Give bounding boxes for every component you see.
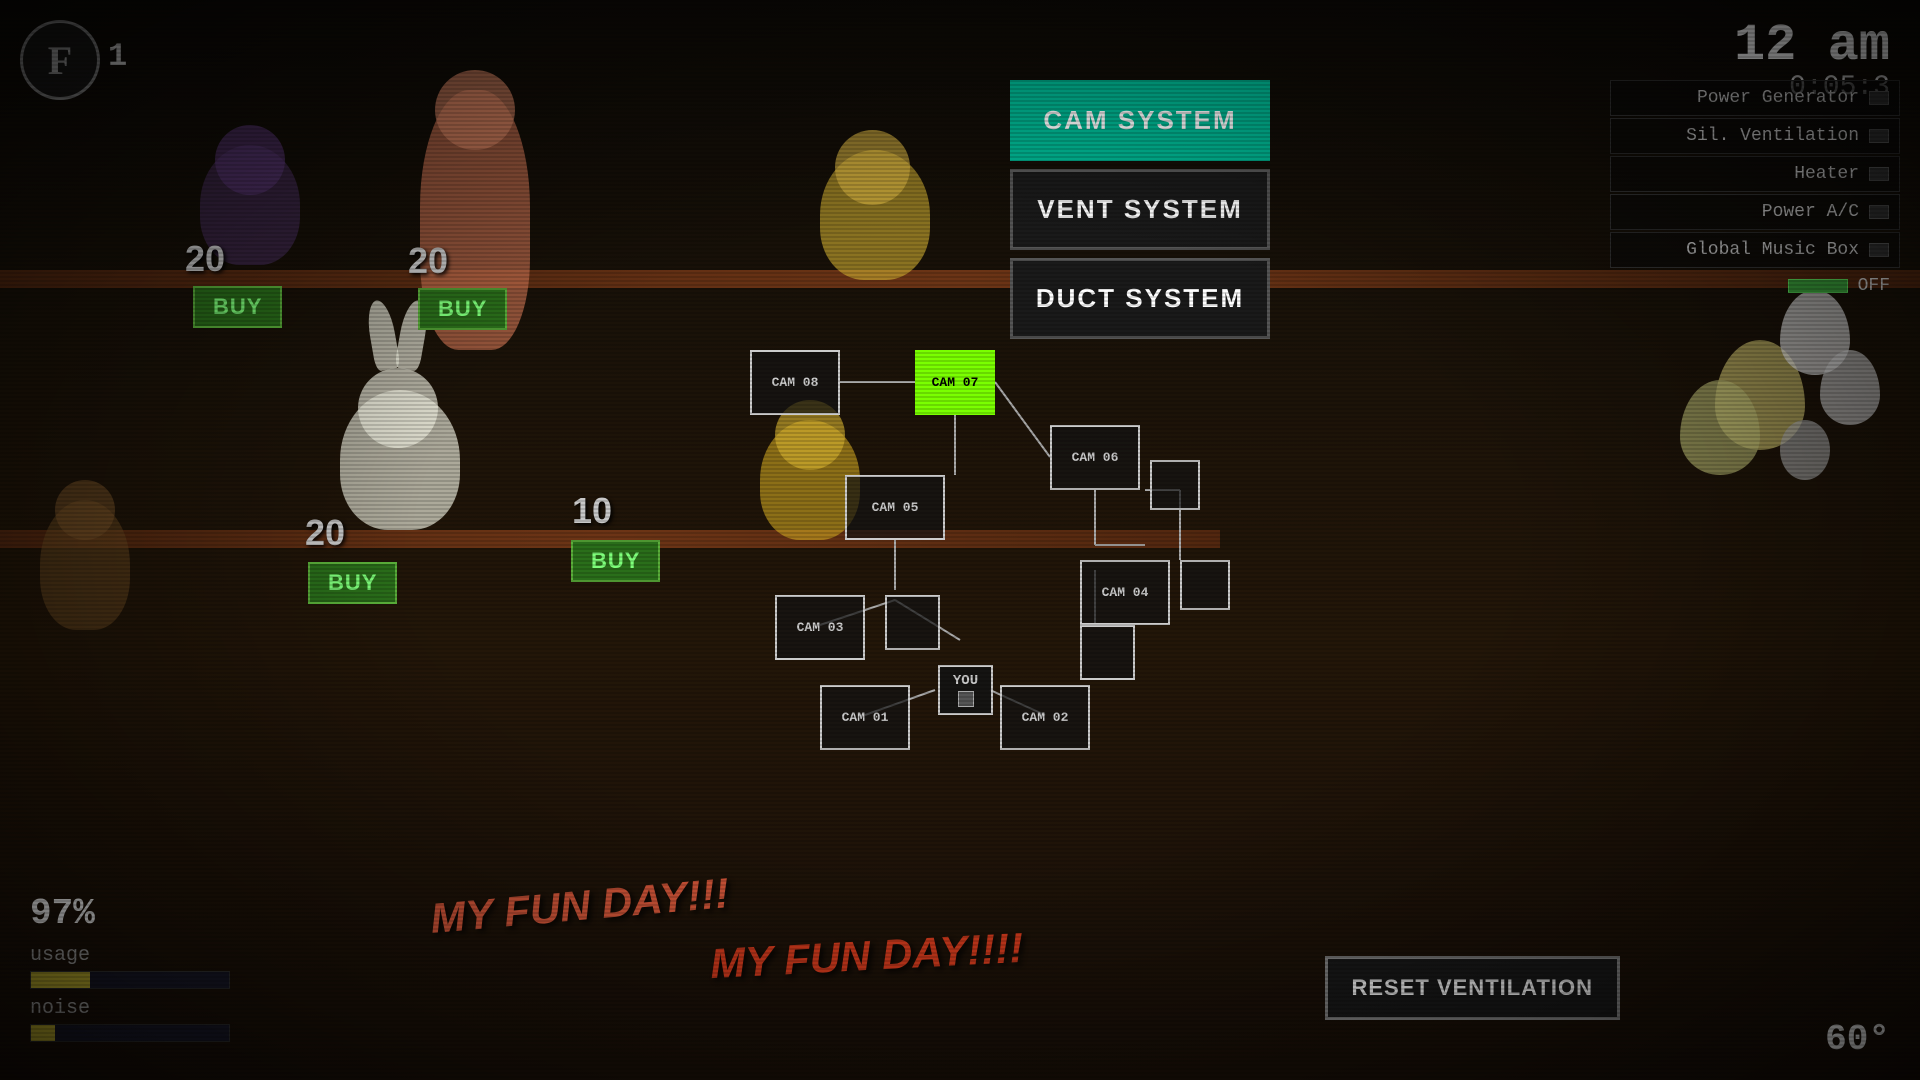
power-ac-indicator — [1869, 205, 1889, 219]
cam-05[interactable]: CAM 05 — [845, 475, 945, 540]
price-tag-2: 20 — [408, 240, 448, 282]
balloon-gray — [1820, 350, 1880, 425]
cam-02[interactable]: CAM 02 — [1000, 685, 1090, 750]
char-bear-head — [55, 480, 115, 540]
char-clown-head — [435, 70, 515, 150]
reset-ventilation-button[interactable]: RESET VENTILATION — [1325, 956, 1621, 1020]
camera-map: CAM 08 CAM 07 CAM 06 CAM 05 CAM 04 CAM 0… — [690, 330, 1230, 750]
noise-bar-fill — [31, 1025, 55, 1041]
off-status-row: OFF — [1610, 270, 1900, 302]
power-item-ventilation[interactable]: Sil. Ventilation — [1610, 118, 1900, 154]
percent-symbol: % — [73, 893, 95, 934]
cam-04-branch — [1180, 560, 1230, 610]
vent-system-button[interactable]: VENT SYSTEM — [1010, 169, 1270, 250]
usage-label: usage — [30, 944, 230, 967]
system-buttons-panel: CAM SYSTEM VENT SYSTEM DUCT SYSTEM — [1010, 80, 1270, 339]
sil-ventilation-indicator — [1869, 129, 1889, 143]
power-item-heater[interactable]: Heater — [1610, 156, 1900, 192]
stats-panel: 97% usage noise — [30, 868, 230, 1050]
buy-button-2[interactable]: BUY — [418, 288, 507, 330]
temperature-display: 60° — [1825, 1019, 1890, 1060]
global-music-box-label: Global Music Box — [1686, 240, 1859, 260]
price-tag-4: 10 — [572, 490, 612, 532]
power-ac-label: Power A/C — [1762, 202, 1859, 222]
balloon-small-gray — [1780, 420, 1830, 480]
time-hour: 12 am — [1734, 20, 1890, 72]
game-background: MY FUN DAY!!! MY FUN DAY!!!! 20 BUY 20 B… — [0, 0, 1920, 1080]
cam-06[interactable]: CAM 06 — [1050, 425, 1140, 490]
off-label: OFF — [1858, 276, 1890, 296]
cam-01[interactable]: CAM 01 — [820, 685, 910, 750]
price-tag-3: 20 — [305, 512, 345, 554]
heater-indicator — [1869, 167, 1889, 181]
buy-button-3[interactable]: BUY — [308, 562, 397, 604]
temperature-value: 60 — [1825, 1019, 1868, 1060]
noise-bar-container — [30, 1024, 230, 1042]
cam-04-bottom — [1080, 625, 1135, 680]
power-item-ac[interactable]: Power A/C — [1610, 194, 1900, 230]
cam-07[interactable]: CAM 07 — [915, 350, 995, 415]
cam-06-branch — [1150, 460, 1200, 510]
logo-letter: F — [48, 37, 72, 84]
power-items-panel: Power Generator Sil. Ventilation Heater … — [1610, 80, 1900, 302]
game-logo: F — [20, 20, 100, 100]
cam-04[interactable]: CAM 04 — [1080, 560, 1170, 625]
buy-button-4[interactable]: BUY — [571, 540, 660, 582]
char-bunny-head — [358, 368, 438, 448]
noise-label: noise — [30, 997, 230, 1020]
off-bar-indicator — [1788, 279, 1848, 293]
player-count: 1 — [108, 38, 127, 75]
price-tag-1: 20 — [185, 238, 225, 280]
you-dot — [958, 691, 974, 707]
you-node: YOU — [938, 665, 993, 715]
sign-myfunday-left: MY FUN DAY!!! — [430, 882, 729, 930]
music-box-indicator — [1869, 243, 1889, 257]
heater-label: Heater — [1794, 164, 1859, 184]
sign-myfunday-right: MY FUN DAY!!!! — [710, 932, 1023, 980]
sil-ventilation-label: Sil. Ventilation — [1686, 126, 1859, 146]
power-item-music-box[interactable]: Global Music Box — [1610, 232, 1900, 268]
usage-bar-container — [30, 971, 230, 989]
power-percentage: 97% — [30, 868, 230, 940]
char-purple-bear-head — [215, 125, 285, 195]
cam-system-button[interactable]: CAM SYSTEM — [1010, 80, 1270, 161]
usage-bar-fill — [31, 972, 90, 988]
duct-system-button[interactable]: DUCT SYSTEM — [1010, 258, 1270, 339]
char-yellow-bear-head — [835, 130, 910, 205]
cam-03[interactable]: CAM 03 — [775, 595, 865, 660]
power-generator-indicator — [1869, 91, 1889, 105]
power-item-generator[interactable]: Power Generator — [1610, 80, 1900, 116]
power-generator-label: Power Generator — [1697, 88, 1859, 108]
cam-center-box — [885, 595, 940, 650]
you-label: YOU — [953, 673, 978, 690]
cam-08[interactable]: CAM 08 — [750, 350, 840, 415]
temperature-symbol: ° — [1868, 1019, 1890, 1060]
buy-button-1[interactable]: BUY — [193, 286, 282, 328]
